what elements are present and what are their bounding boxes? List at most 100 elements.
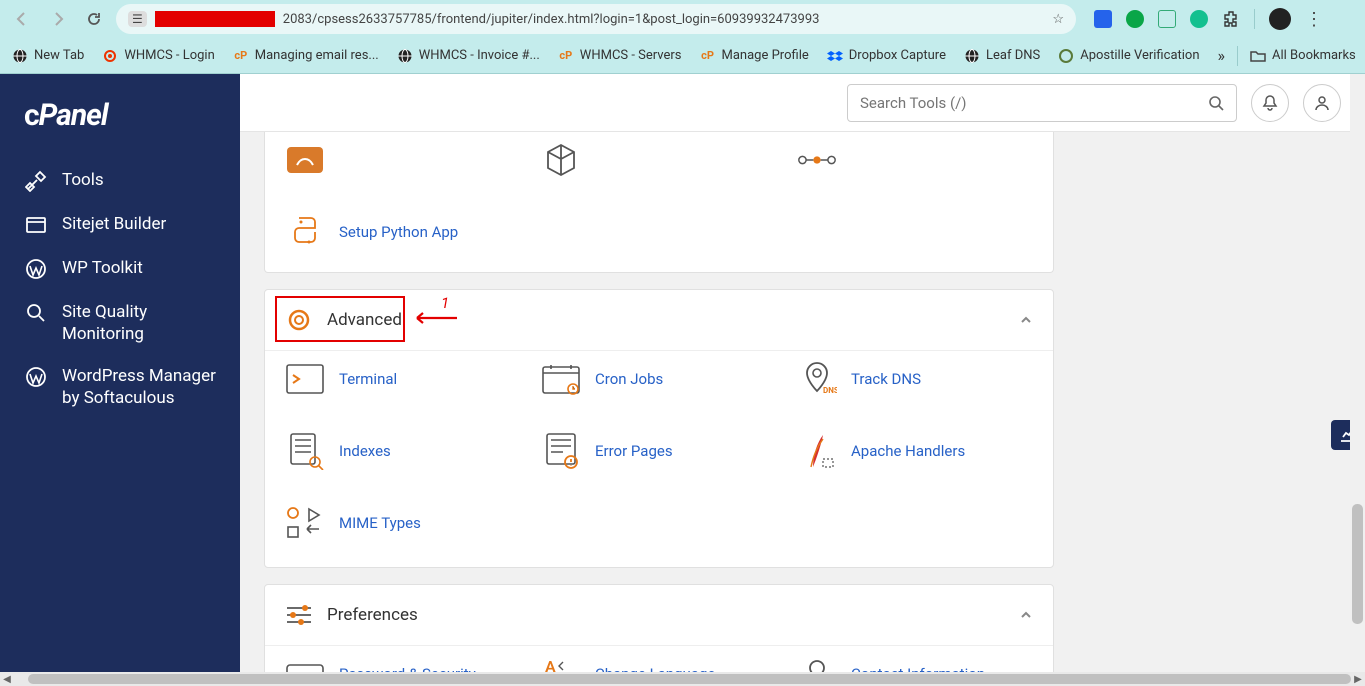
address-bar[interactable]: ☰ 2083/cpsess2633757785/frontend/jupiter… xyxy=(116,4,1076,34)
bookmark-item[interactable]: Dropbox Capture xyxy=(827,48,946,64)
svg-text:A: A xyxy=(545,657,556,672)
globe-icon xyxy=(12,48,28,64)
panel-header-preferences[interactable]: Preferences xyxy=(265,585,1053,645)
bookmark-item[interactable]: cP WHMCS - Servers xyxy=(558,48,682,64)
ext-icon-2[interactable] xyxy=(1126,10,1144,28)
tool-label: Apache Handlers xyxy=(851,442,965,460)
sidebar: cPanel Tools Sitejet Builder WP Toolkit … xyxy=(0,74,240,672)
sidebar-item-sitejet[interactable]: Sitejet Builder xyxy=(0,203,240,247)
ext-icon-4[interactable] xyxy=(1190,10,1208,28)
scroll-left-icon[interactable]: ◀ xyxy=(0,674,14,685)
sidebar-item-wptoolkit[interactable]: WP Toolkit xyxy=(0,247,240,291)
bookmark-label: Apostille Verification xyxy=(1080,48,1199,63)
tool-cronjobs[interactable]: Cron Jobs xyxy=(541,359,777,399)
tool-trackdns[interactable]: DNS Track DNS xyxy=(797,359,1033,399)
bookmark-star-icon[interactable]: ☆ xyxy=(1052,12,1064,27)
tool-indexes[interactable]: Indexes xyxy=(285,431,521,471)
tool-mimetypes[interactable]: MIME Types xyxy=(285,503,521,543)
vertical-scrollbar[interactable] xyxy=(1350,74,1365,672)
tool-terminal[interactable]: Terminal xyxy=(285,359,521,399)
bookmark-label: Dropbox Capture xyxy=(849,48,946,63)
software-panel-partial: Setup Python App xyxy=(264,132,1054,273)
bookmark-item[interactable]: Apostille Verification xyxy=(1058,48,1199,64)
tool-setup-python[interactable]: Setup Python App xyxy=(285,212,521,252)
node-icon xyxy=(541,140,581,180)
wordpress-icon xyxy=(24,257,48,281)
error-page-icon xyxy=(541,431,581,471)
tool-apachehandlers[interactable]: Apache Handlers xyxy=(797,431,1033,471)
bookmark-item[interactable]: WHMCS - Login xyxy=(102,48,214,64)
chevron-up-icon[interactable] xyxy=(1019,608,1033,622)
search-icon[interactable] xyxy=(1208,95,1224,111)
apache-icon xyxy=(797,431,837,471)
language-icon: A文 xyxy=(541,654,581,672)
sliders-icon xyxy=(285,601,313,629)
tool-password[interactable]: ••• Password & Security xyxy=(285,654,521,672)
seal-icon xyxy=(1058,48,1074,64)
svg-text:DNS: DNS xyxy=(823,386,837,395)
annotation-number: 1 xyxy=(441,294,449,312)
cpanel-icon: cP xyxy=(558,48,574,64)
bookmark-label: WHMCS - Invoice #... xyxy=(419,48,540,63)
tool-item[interactable] xyxy=(797,140,1033,180)
sidebar-item-sitequality[interactable]: Site Quality Monitoring xyxy=(0,291,240,355)
url-redacted xyxy=(155,11,275,27)
back-button[interactable] xyxy=(8,5,36,33)
extension-icons: ⋮ xyxy=(1094,8,1323,30)
dropbox-icon xyxy=(827,48,843,64)
scrollbar-thumb[interactable] xyxy=(1352,504,1363,624)
tool-label: Cron Jobs xyxy=(595,370,663,388)
dns-pin-icon: DNS xyxy=(797,359,837,399)
tool-item[interactable] xyxy=(285,140,521,180)
reload-button[interactable] xyxy=(80,5,108,33)
bookmark-item[interactable]: WHMCS - Invoice #... xyxy=(397,48,540,64)
bookmark-label: Manage Profile xyxy=(722,48,809,63)
scrollbar-thumb[interactable] xyxy=(28,674,1351,684)
sidebar-item-tools[interactable]: Tools xyxy=(0,159,240,203)
globe-icon xyxy=(964,48,980,64)
chevron-up-icon[interactable] xyxy=(1019,313,1033,327)
tool-errorpages[interactable]: Error Pages xyxy=(541,431,777,471)
browser-menu-icon[interactable]: ⋮ xyxy=(1305,9,1323,30)
horizontal-scrollbar[interactable]: ◀ ▶ xyxy=(0,672,1365,686)
profile-avatar[interactable] xyxy=(1269,8,1291,30)
all-bookmarks-button[interactable]: All Bookmarks xyxy=(1250,48,1356,64)
site-settings-icon[interactable]: ☰ xyxy=(128,11,147,27)
ext-icon-3[interactable] xyxy=(1158,10,1176,28)
git-icon xyxy=(797,140,837,180)
tool-label: Change Language xyxy=(595,665,715,672)
tool-contact[interactable]: Contact Information xyxy=(797,654,1033,672)
bookmark-item[interactable]: Leaf DNS xyxy=(964,48,1040,64)
forward-button[interactable] xyxy=(44,5,72,33)
python-icon xyxy=(285,212,325,252)
app-container: cPanel Tools Sitejet Builder WP Toolkit … xyxy=(0,74,1365,672)
notifications-button[interactable] xyxy=(1251,84,1289,122)
folder-icon xyxy=(1250,48,1266,64)
tools-icon xyxy=(24,169,48,193)
extensions-menu-icon[interactable] xyxy=(1222,10,1240,28)
search-tools[interactable] xyxy=(847,84,1237,122)
ext-icon-1[interactable] xyxy=(1094,10,1112,28)
account-button[interactable] xyxy=(1303,84,1341,122)
gear-icon xyxy=(102,48,118,64)
annotation-arrow-icon xyxy=(411,310,457,326)
bookmark-item[interactable]: New Tab xyxy=(12,48,84,64)
tool-language[interactable]: A文 Change Language xyxy=(541,654,777,672)
tool-item[interactable] xyxy=(541,140,777,180)
bookmark-item[interactable]: cP Managing email res... xyxy=(233,48,379,64)
ruby-icon xyxy=(285,140,325,180)
content-area: Setup Python App Advanced xyxy=(240,132,1365,672)
panel-title: Preferences xyxy=(327,605,418,625)
tool-label: Track DNS xyxy=(851,370,921,388)
sidebar-item-label: WP Toolkit xyxy=(62,257,143,279)
bookmark-item[interactable]: cP Manage Profile xyxy=(700,48,809,64)
password-icon: ••• xyxy=(285,654,325,672)
search-input[interactable] xyxy=(860,94,1208,112)
cpanel-logo[interactable]: cPanel xyxy=(0,98,240,159)
magnifier-icon xyxy=(24,301,48,325)
bookmarks-overflow-icon[interactable]: » xyxy=(1218,46,1226,65)
sitejet-icon xyxy=(24,213,48,237)
sidebar-item-wpmanager[interactable]: WordPress Manager by Softaculous xyxy=(0,355,240,419)
tool-label: MIME Types xyxy=(339,514,421,532)
scroll-right-icon[interactable]: ▶ xyxy=(1351,674,1365,685)
